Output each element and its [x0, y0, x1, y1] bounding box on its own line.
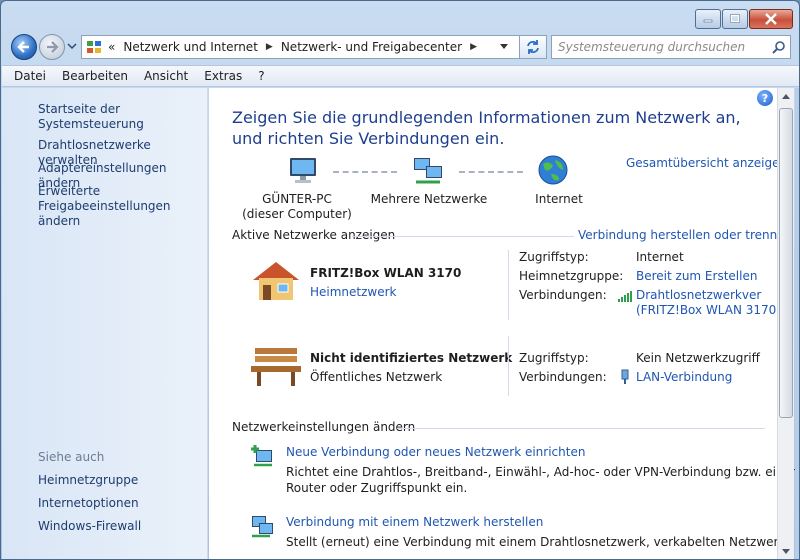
chevron-down-icon	[782, 549, 790, 554]
map-node-this-computer[interactable]: GÜNTER-PC (dieser Computer)	[242, 192, 352, 222]
maximize-button[interactable]	[722, 9, 748, 29]
view-full-map-link[interactable]: Gesamtübersicht anzeigen	[626, 156, 787, 170]
map-node-label: GÜNTER-PC	[262, 192, 332, 206]
chevron-right-icon[interactable]: ▶	[468, 42, 479, 52]
close-button[interactable]	[749, 9, 793, 29]
sidebar-link-homegroup[interactable]: Heimnetzgruppe	[38, 473, 138, 488]
scroll-up-button[interactable]	[778, 88, 794, 105]
divider	[397, 428, 765, 429]
homegroup-label: Heimnetzgruppe:	[519, 269, 624, 283]
forward-button[interactable]	[39, 34, 65, 60]
address-bar[interactable]: « Netzwerk und Internet ▶ Netzwerk- und …	[81, 35, 543, 59]
new-connection-description: Richtet eine Drahtlos-, Breitband-, Einw…	[286, 465, 799, 479]
minimize-icon	[703, 19, 713, 23]
navigation-bar: « Netzwerk und Internet ▶ Netzwerk- und …	[1, 31, 799, 63]
maximize-icon	[730, 14, 740, 23]
divider	[508, 336, 509, 396]
connect-to-network-description: Stellt (erneut) eine Verbindung mit eine…	[286, 535, 790, 549]
menu-help[interactable]: ?	[250, 69, 272, 83]
active-networks-heading: Aktive Netzwerke anzeigen	[232, 228, 396, 242]
menu-bar: Datei Bearbeiten Ansicht Extras ?	[2, 65, 799, 87]
map-node-sublabel: (dieser Computer)	[242, 207, 352, 221]
menu-file[interactable]: Datei	[6, 69, 54, 83]
connect-to-network-icon	[250, 514, 274, 541]
network-settings-heading: Netzwerkeinstellungen ändern	[232, 420, 416, 434]
network-name-fritzbox: FRITZ!Box WLAN 3170	[310, 266, 462, 280]
refresh-icon	[527, 40, 539, 54]
see-also-heading: Siehe auch	[38, 450, 105, 464]
menu-view[interactable]: Ansicht	[136, 69, 196, 83]
wireless-connection-link[interactable]: Drahtlosnetzwerkverbin	[636, 288, 762, 302]
new-connection-link[interactable]: Neue Verbindung oder neues Netzwerk einr…	[286, 445, 585, 459]
window-frame	[795, 88, 799, 559]
connections-label: Verbindungen:	[519, 288, 607, 302]
breadcrumb-network-sharing-center[interactable]: Netzwerk- und Freigabecenter	[275, 36, 468, 58]
multiple-networks-icon	[412, 156, 446, 189]
wireless-signal-icon	[617, 290, 633, 305]
help-button[interactable]: ?	[757, 90, 773, 106]
sidebar-link-windows-firewall[interactable]: Windows-Firewall	[38, 519, 141, 534]
search-placeholder: Systemsteuerung durchsuchen	[558, 40, 746, 54]
chevron-right-icon[interactable]: ▶	[264, 42, 275, 52]
search-icon[interactable]	[768, 40, 790, 54]
map-connector	[459, 171, 523, 173]
globe-icon	[537, 154, 569, 189]
network-type-home-link[interactable]: Heimnetzwerk	[310, 285, 397, 299]
connect-to-network-link[interactable]: Verbindung mit einem Netzwerk herstellen	[286, 515, 543, 529]
access-type-label: Zugriffstyp:	[519, 250, 589, 264]
new-connection-icon	[250, 444, 274, 471]
window: « Netzwerk und Internet ▶ Netzwerk- und …	[0, 0, 800, 560]
access-type-label: Zugriffstyp:	[519, 351, 589, 365]
home-network-icon	[249, 258, 303, 307]
back-button[interactable]	[11, 34, 37, 60]
network-type-public: Öffentliches Netzwerk	[310, 370, 443, 384]
page-title: Zeigen Sie die grundlegenden Information…	[232, 108, 741, 148]
main-content: ? Zeigen Sie die grundlegenden Informati…	[209, 88, 799, 559]
close-icon	[765, 13, 777, 25]
minimize-button[interactable]	[695, 9, 721, 29]
sidebar-link-internet-options[interactable]: Internetoptionen	[38, 496, 139, 511]
scroll-thumb[interactable]	[779, 108, 793, 418]
access-type-value: Kein Netzwerkzugriff	[636, 351, 760, 365]
refresh-button[interactable]	[519, 35, 547, 59]
arrow-right-icon	[47, 41, 59, 53]
menu-tools[interactable]: Extras	[196, 69, 250, 83]
computer-icon	[287, 156, 321, 187]
new-connection-description-2: Router oder Zugriffspunkt ein.	[286, 481, 468, 495]
menu-edit[interactable]: Bearbeiten	[54, 69, 136, 83]
access-type-value: Internet	[636, 250, 684, 264]
search-box[interactable]: Systemsteuerung durchsuchen	[551, 35, 791, 59]
network-name-unidentified: Nicht identifiziertes Netzwerk	[310, 351, 513, 365]
vertical-scrollbar[interactable]	[777, 88, 794, 559]
control-panel-icon	[82, 36, 106, 58]
park-bench-icon	[249, 344, 303, 391]
connect-disconnect-link[interactable]: Verbindung herstellen oder trennen	[578, 228, 792, 242]
lan-connection-icon	[619, 369, 631, 388]
lan-connection-link[interactable]: LAN-Verbindung	[636, 370, 732, 384]
caption-buttons	[695, 9, 793, 29]
arrow-left-icon	[17, 41, 29, 53]
sidebar-link-control-panel-home[interactable]: Startseite der Systemsteuerung	[38, 102, 207, 132]
divider	[508, 250, 509, 320]
connections-label: Verbindungen:	[519, 370, 607, 384]
map-node-internet[interactable]: Internet	[519, 192, 599, 207]
breadcrumb-network-internet[interactable]: Netzwerk und Internet	[117, 36, 264, 58]
address-dropdown-button[interactable]	[494, 36, 514, 58]
scroll-down-button[interactable]	[778, 543, 794, 559]
map-node-multiple-networks[interactable]: Mehrere Netzwerke	[369, 192, 489, 207]
recent-pages-chevron-icon[interactable]	[67, 42, 77, 50]
breadcrumb-overflow[interactable]: «	[106, 36, 117, 58]
chevron-up-icon	[782, 94, 790, 99]
sidebar-link-advanced-sharing[interactable]: Erweiterte Freigabeeinstellungen ändern	[38, 184, 207, 229]
sidebar: Startseite der Systemsteuerung Drahtlosn…	[2, 88, 208, 559]
chevron-down-icon	[500, 44, 508, 49]
wireless-connection-link-ssid[interactable]: (FRITZ!Box WLAN 3170)	[636, 303, 781, 317]
map-connector	[333, 171, 397, 173]
homegroup-ready-link[interactable]: Bereit zum Erstellen	[636, 269, 757, 283]
divider	[352, 236, 574, 237]
